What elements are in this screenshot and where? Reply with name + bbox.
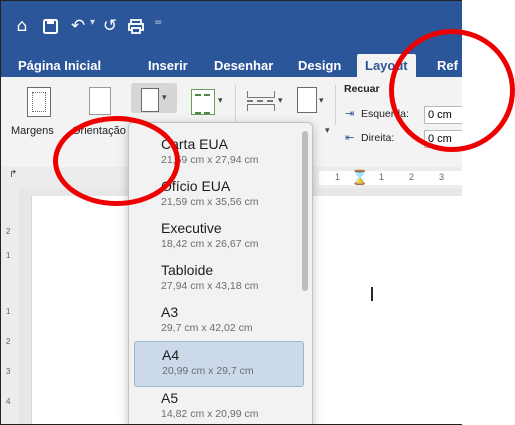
page-size-item-a3[interactable]: A3 29,7 cm x 42,02 cm — [134, 299, 302, 343]
indent-marker-icon[interactable]: ⌛ — [351, 169, 368, 186]
menu-scrollbar[interactable] — [302, 131, 308, 291]
annotation-circle-indent — [389, 29, 515, 152]
size-button[interactable]: ▾ — [131, 83, 177, 113]
page-size-item-executive[interactable]: Executive 18,42 cm x 26,67 cm — [134, 215, 302, 259]
size-icon — [141, 88, 159, 112]
undo-icon[interactable]: ↶ — [67, 15, 89, 37]
chevron-down-icon: ▾ — [162, 92, 167, 102]
page-size-dimensions: 27,94 cm x 43,18 cm — [161, 280, 259, 292]
indent-left-icon: ⇥ — [345, 108, 355, 120]
margins-inner-icon — [32, 92, 46, 112]
orientation-icon[interactable] — [89, 87, 111, 115]
page-size-dimensions: 21,59 cm x 35,56 cm — [161, 196, 259, 208]
breaks-chevron-icon[interactable]: ▾ — [278, 95, 283, 106]
tab-stop-icon[interactable]: ↱ — [9, 169, 17, 180]
vruler-label: 1 — [6, 307, 11, 316]
print-icon[interactable] — [125, 15, 147, 37]
tab-pagina-inicial[interactable]: Página Inicial — [18, 54, 101, 77]
tab-inserir[interactable]: Inserir — [148, 54, 188, 77]
indent-title: Recuar — [344, 83, 380, 95]
vruler-label: 2 — [6, 337, 11, 346]
separator — [335, 85, 336, 125]
page-size-item-a5[interactable]: A5 14,82 cm x 20,99 cm — [134, 385, 302, 424]
margins-label[interactable]: Margens — [11, 125, 54, 137]
save-icon[interactable] — [39, 15, 61, 37]
indent-right-icon: ⇤ — [345, 132, 355, 144]
ruler-label: 3 — [439, 172, 445, 182]
page-size-item-tabloide[interactable]: Tabloide 27,94 cm x 43,18 cm — [134, 257, 302, 301]
hyphenation-chevron-icon[interactable]: ▾ — [325, 125, 330, 136]
ruler-label: 1 — [379, 172, 385, 182]
page-size-dimensions: 14,82 cm x 20,99 cm — [161, 408, 259, 420]
tab-design[interactable]: Design — [298, 54, 341, 77]
page-size-name: A4 — [162, 347, 180, 363]
vruler-label: 1 — [6, 251, 11, 260]
home-icon[interactable]: ⌂ — [11, 15, 33, 37]
page-size-name: Tabloide — [161, 262, 214, 278]
word-window: ⌂ ↶ ▾ ↺ = Página Inicial Inserir Desenha… — [0, 0, 462, 425]
annotation-circle-orientation — [53, 116, 180, 206]
columns-chevron-icon[interactable]: ▾ — [218, 95, 223, 106]
page-size-dimensions: 18,42 cm x 26,67 cm — [161, 238, 259, 250]
page-size-name: Executive — [161, 220, 222, 236]
tab-desenhar[interactable]: Desenhar — [214, 54, 273, 77]
ruler-label: 2 — [409, 172, 415, 182]
ruler-label: 1 — [335, 172, 341, 182]
redo-icon[interactable]: ↺ — [99, 15, 121, 37]
page-size-name: A5 — [161, 390, 179, 406]
customize-icon[interactable]: = — [154, 17, 162, 28]
text-cursor — [371, 287, 373, 301]
undo-caret-icon[interactable]: ▾ — [90, 17, 95, 28]
page-size-name: A3 — [161, 304, 179, 320]
breaks-icon[interactable] — [247, 91, 275, 111]
columns-icon[interactable] — [191, 89, 215, 115]
vruler-label: 4 — [6, 397, 11, 406]
vruler-label: 2 — [6, 227, 11, 236]
title-bar: ⌂ ↶ ▾ ↺ = — [1, 1, 462, 51]
vruler-label: 3 — [6, 367, 11, 376]
page-size-dimensions: 29,7 cm x 42,02 cm — [161, 322, 253, 334]
line-numbers-chevron-icon[interactable]: ▾ — [319, 95, 324, 106]
vertical-ruler[interactable]: 2 1 1 2 3 4 — [1, 189, 20, 424]
right-indent-label: Direita: — [361, 132, 395, 144]
page-size-item-a4[interactable]: A4 20,99 cm x 29,7 cm — [134, 341, 304, 387]
page-size-dimensions: 20,99 cm x 29,7 cm — [162, 365, 254, 377]
line-numbers-icon[interactable] — [297, 87, 317, 113]
separator — [235, 85, 236, 125]
